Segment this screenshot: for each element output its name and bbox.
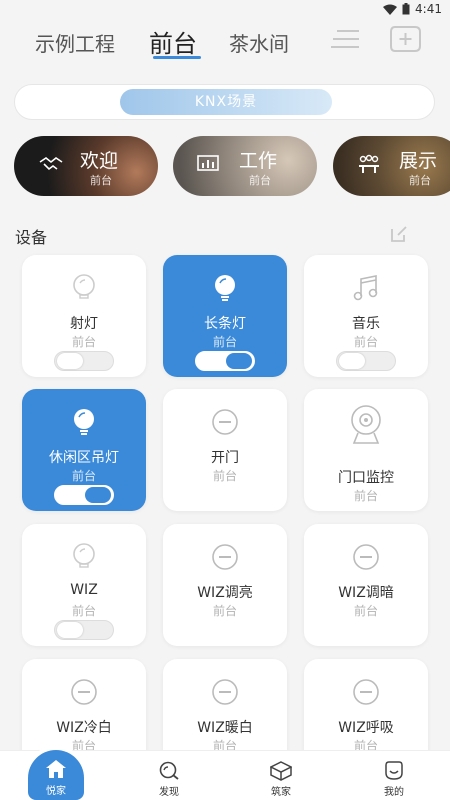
home-icon	[46, 760, 66, 778]
nav-item-build[interactable]: 筑家	[251, 761, 311, 798]
minus-circle-icon	[212, 544, 238, 570]
device-name: 休闲区吊灯	[49, 450, 119, 466]
bulb-icon	[215, 275, 235, 301]
device-toggle[interactable]	[336, 351, 396, 371]
tab-front-desk[interactable]: 前台	[149, 24, 197, 59]
scene-room: 前台	[90, 174, 112, 187]
status-bar: 4:41	[0, 0, 450, 20]
device-card-door-camera[interactable]: 门口监控 前台	[304, 389, 428, 511]
status-time: 4:41	[415, 2, 442, 16]
device-name: WIZ	[70, 582, 98, 598]
nav-label: 筑家	[271, 787, 291, 798]
device-card-open-door[interactable]: 开门 前台	[163, 389, 287, 511]
scene-card-welcome[interactable]: 欢迎 前台	[14, 136, 158, 196]
device-toggle[interactable]	[54, 620, 114, 640]
toggle-knob	[339, 353, 365, 369]
minus-circle-icon	[212, 409, 238, 435]
device-card-strip-light[interactable]: 长条灯 前台	[163, 255, 287, 377]
status-indicators: 4:41	[383, 2, 442, 16]
device-card-music[interactable]: 音乐 前台	[304, 255, 428, 377]
active-tab-indicator	[153, 56, 201, 59]
device-room: 前台	[71, 335, 96, 349]
nav-label: 悦家	[46, 786, 66, 797]
device-room: 前台	[353, 489, 378, 503]
device-name: WIZ呼吸	[338, 720, 394, 736]
camera-icon	[351, 405, 381, 444]
device-card-wiz[interactable]: WIZ 前台	[22, 524, 146, 646]
device-toggle[interactable]	[195, 351, 255, 371]
add-icon[interactable]	[389, 24, 423, 54]
device-room: 前台	[212, 335, 237, 349]
scene-room: 前台	[409, 174, 431, 187]
scene-title: 展示	[399, 150, 438, 172]
devices-section-title: 设备	[15, 228, 48, 247]
scene-card-display[interactable]: 展示 前台	[333, 136, 450, 196]
device-name: WIZ调亮	[197, 585, 253, 601]
device-name: WIZ冷白	[56, 720, 112, 736]
device-name: 开门	[211, 450, 239, 466]
scene-card-work[interactable]: 工作 前台	[173, 136, 317, 196]
device-room: 前台	[71, 469, 96, 483]
device-card-wiz-dim[interactable]: WIZ调暗 前台	[304, 524, 428, 646]
device-name: 射灯	[70, 316, 98, 332]
music-note-icon	[353, 275, 378, 301]
device-room: 前台	[71, 604, 96, 618]
discover-icon	[159, 761, 179, 780]
device-room: 前台	[212, 604, 237, 618]
nav-item-discover[interactable]: 发现	[139, 761, 199, 798]
minus-circle-icon	[353, 679, 379, 705]
bulb-icon	[73, 274, 95, 299]
toggle-knob	[57, 353, 83, 369]
bulb-icon	[73, 543, 95, 568]
presentation-icon	[359, 154, 379, 173]
room-tabs: 示例工程 前台 茶水间	[0, 20, 450, 62]
nav-item-profile[interactable]: 我的	[364, 761, 424, 798]
scene-title: 欢迎	[80, 150, 119, 172]
device-name: 门口监控	[338, 470, 394, 486]
device-name: 音乐	[352, 316, 380, 332]
tab-example-project[interactable]: 示例工程	[35, 28, 115, 57]
battery-icon	[402, 3, 410, 15]
toggle-knob	[57, 622, 83, 638]
wifi-icon	[383, 4, 398, 15]
handshake-icon	[39, 157, 63, 171]
device-toggle[interactable]	[54, 351, 114, 371]
profile-icon	[385, 761, 403, 780]
toggle-knob	[85, 487, 111, 503]
menu-icon[interactable]	[330, 26, 360, 52]
chart-board-icon	[197, 155, 219, 171]
scene-filter-bar: KNX场景	[14, 84, 435, 120]
nav-label: 发现	[159, 787, 179, 798]
edit-icon[interactable]	[389, 224, 409, 244]
device-room: 前台	[353, 335, 378, 349]
bulb-icon	[74, 409, 94, 435]
device-name: WIZ调暗	[338, 585, 394, 601]
minus-circle-icon	[71, 679, 97, 705]
nav-label: 我的	[384, 787, 404, 798]
knx-scene-pill[interactable]: KNX场景	[120, 89, 332, 115]
device-card-spotlight[interactable]: 射灯 前台	[22, 255, 146, 377]
device-name: WIZ暖白	[197, 720, 253, 736]
minus-circle-icon	[353, 544, 379, 570]
nav-item-home[interactable]: 悦家	[28, 750, 84, 800]
device-room: 前台	[353, 604, 378, 618]
minus-circle-icon	[212, 679, 238, 705]
device-room: 前台	[212, 469, 237, 483]
device-card-wiz-brighten[interactable]: WIZ调亮 前台	[163, 524, 287, 646]
scene-title: 工作	[239, 150, 278, 172]
device-name: 长条灯	[204, 316, 246, 332]
tab-tea-room[interactable]: 茶水间	[229, 28, 289, 57]
toggle-knob	[226, 353, 252, 369]
box-icon	[269, 761, 293, 781]
device-toggle[interactable]	[54, 485, 114, 505]
scene-room: 前台	[249, 174, 271, 187]
device-card-lounge-pendant[interactable]: 休闲区吊灯 前台	[22, 389, 146, 511]
